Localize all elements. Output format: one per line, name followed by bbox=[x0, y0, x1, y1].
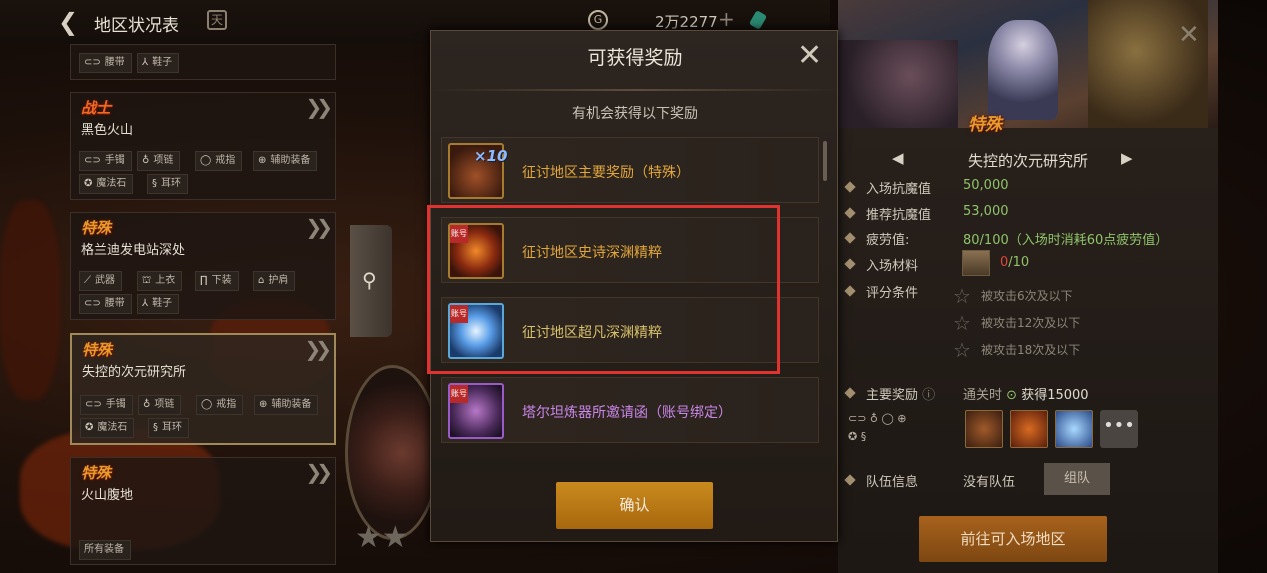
game-screen: ❮ 地区状况表 天 G 2万2277 + ⊂⊃ 腰带 ⅄ 鞋子 战士 黑色火山 ❯❯… bbox=[0, 0, 1267, 573]
confirm-button[interactable]: 确认 bbox=[556, 482, 713, 529]
form-team-button[interactable]: 组队 bbox=[1044, 463, 1110, 495]
info-row: 评分条件 bbox=[844, 282, 918, 301]
equipment-type-icons: ✪ § bbox=[848, 430, 867, 443]
gold-amount: 2万2277 bbox=[655, 13, 718, 31]
next-dungeon-arrow-icon[interactable]: ▶ bbox=[1121, 149, 1133, 167]
material-count: 0/10 bbox=[1000, 255, 1030, 270]
more-rewards-button[interactable]: ••• bbox=[1100, 410, 1138, 448]
add-gold-button[interactable]: + bbox=[718, 7, 735, 31]
calendar-icon[interactable]: 天 bbox=[207, 10, 227, 30]
gem-icon bbox=[748, 10, 768, 30]
reward-item[interactable]: 账号 塔尔坦炼器所邀请函（账号绑定） bbox=[441, 377, 819, 443]
divider bbox=[431, 89, 839, 91]
equipment-tag: ⅄ 鞋子 bbox=[137, 53, 180, 73]
equipment-tag: 所有装备 bbox=[79, 540, 131, 560]
highlight-box bbox=[427, 205, 780, 374]
go-to-dungeon-button[interactable]: 前往可入场地区 bbox=[919, 516, 1107, 562]
back-arrow-icon[interactable]: ❮ bbox=[58, 8, 78, 36]
reward-label: 征讨地区主要奖励（特殊） bbox=[522, 165, 690, 181]
dungeon-title: 失控的次元研究所 bbox=[967, 152, 1088, 170]
gold-coin-icon: G bbox=[588, 10, 608, 30]
modal-close-icon[interactable]: ✕ bbox=[797, 39, 822, 73]
dungeon-type-badge: 特殊 bbox=[81, 464, 112, 482]
dungeon-type-badge: 特殊 bbox=[82, 341, 113, 359]
close-icon[interactable]: ✕ bbox=[1178, 20, 1200, 50]
grade-condition: ☆ 被攻击6次及以下 bbox=[953, 284, 1073, 308]
dungeon-name: 格兰迪发电站深处 bbox=[81, 243, 186, 258]
dungeon-banner-image bbox=[838, 0, 1218, 128]
dungeon-card[interactable]: 特殊 火山腹地 ❯❯ 所有装备 bbox=[70, 457, 336, 565]
dungeon-name: 黑色火山 bbox=[81, 123, 134, 138]
dungeon-type-badge: 特殊 bbox=[81, 219, 112, 237]
info-row: 队伍信息 bbox=[844, 471, 918, 490]
modal-subtitle: 有机会获得以下奖励 bbox=[572, 106, 698, 122]
info-row: 入场抗魔值 50,000 bbox=[844, 178, 1009, 197]
double-chevron-icon: ❯❯ bbox=[305, 460, 332, 484]
equipment-tag: § 耳环 bbox=[148, 418, 189, 438]
equipment-tag: ◯ 戒指 bbox=[195, 151, 243, 171]
epic-abyss-essence-icon[interactable] bbox=[1010, 410, 1048, 448]
map-pin-icon[interactable]: ⚲ bbox=[362, 268, 377, 292]
double-chevron-icon: ❯❯ bbox=[305, 215, 332, 239]
equipment-tag: ⛫ 上衣 bbox=[137, 271, 183, 291]
star-icon: ☆ bbox=[953, 311, 971, 335]
equipment-tag: ⊂⊃ 腰带 bbox=[79, 294, 132, 314]
equipment-tag: ⊕ 辅助装备 bbox=[254, 395, 319, 415]
dungeon-card[interactable]: ⊂⊃ 腰带 ⅄ 鞋子 bbox=[70, 44, 336, 80]
equipment-tag: ⟋ 武器 bbox=[79, 271, 122, 291]
dungeon-type-badge: 战士 bbox=[81, 99, 112, 117]
modal-title: 可获得奖励 bbox=[587, 47, 683, 69]
dungeon-type-badge: 特殊 bbox=[968, 115, 1002, 135]
lava-decoration bbox=[0, 200, 60, 400]
double-chevron-icon: ❯❯ bbox=[305, 95, 332, 119]
star-icon: ☆ bbox=[953, 338, 971, 362]
dungeon-card[interactable]: 特殊 格兰迪发电站深处 ❯❯ ⟋ 武器 ⛫ 上衣 ∏ 下装 ⌂ 护肩 ⊂⊃ 腰带 ⅄ 鞋子 bbox=[70, 212, 336, 320]
equipment-tag: ◯ 戒指 bbox=[196, 395, 244, 415]
equipment-tag: ⊂⊃ 手镯 bbox=[79, 151, 132, 171]
dungeon-card[interactable]: 战士 黑色火山 ❯❯ ⊂⊃ 手镯 ♁ 项链 ◯ 戒指 ⊕ 辅助装备 ✪ 魔法石 § 耳环 bbox=[70, 92, 336, 200]
info-row: 入场材料 bbox=[844, 255, 918, 274]
team-status: 没有队伍 bbox=[963, 475, 1016, 490]
entry-material-icon[interactable] bbox=[962, 250, 990, 276]
dungeon-card-selected[interactable]: 特殊 失控的次元研究所 ❯❯ ⊂⊃ 手镯 ♁ 项链 ◯ 戒指 ⊕ 辅助装备 ✪ 魔法石 §… bbox=[70, 333, 336, 445]
main-reward-chest-icon[interactable] bbox=[965, 410, 1003, 448]
info-row: 推荐抗魔值 53,000 bbox=[844, 204, 1009, 223]
equipment-tag: ⊂⊃ 手镯 bbox=[80, 395, 133, 415]
star-rating-icon: ★★ bbox=[355, 520, 409, 555]
equipment-tag: ⊂⊃ 腰带 bbox=[79, 53, 132, 73]
reward-label: 塔尔坦炼器所邀请函（账号绑定） bbox=[522, 405, 732, 421]
dungeon-detail-panel: 特殊 ◀ 失控的次元研究所 ▶ 入场抗魔值 50,000 推荐抗魔值 53,000 … bbox=[838, 0, 1218, 573]
help-icon: ⓘ bbox=[922, 388, 936, 403]
scrollbar[interactable] bbox=[823, 141, 827, 181]
equipment-tag: ⅄ 鞋子 bbox=[137, 294, 180, 314]
equipment-tag: ♁ 项链 bbox=[138, 395, 182, 415]
info-row: 主要奖励 ⓘ bbox=[844, 384, 936, 403]
reward-item[interactable]: ×10 征讨地区主要奖励（特殊） bbox=[441, 137, 819, 203]
transcendent-abyss-essence-icon[interactable] bbox=[1055, 410, 1093, 448]
equipment-tag: ✪ 魔法石 bbox=[79, 174, 134, 194]
equipment-tag: ∏ 下装 bbox=[195, 271, 239, 291]
equipment-type-icons: ⊂⊃ ♁ ◯ ⊕ bbox=[848, 412, 907, 425]
star-icon: ☆ bbox=[953, 284, 971, 308]
dungeon-name: 火山腹地 bbox=[81, 488, 134, 503]
page-title: 地区状况表 bbox=[94, 16, 179, 36]
grade-condition: ☆ 被攻击18次及以下 bbox=[953, 338, 1081, 362]
dungeon-list: ⊂⊃ 腰带 ⅄ 鞋子 战士 黑色火山 ❯❯ ⊂⊃ 手镯 ♁ 项链 ◯ 戒指 ⊕ 辅助装备 ✪… bbox=[70, 44, 342, 573]
equipment-tag: ⊕ 辅助装备 bbox=[253, 151, 318, 171]
double-chevron-icon: ❯❯ bbox=[304, 337, 331, 361]
boss-portrait bbox=[345, 365, 440, 540]
clear-reward: 通关时 ⊙ 获得15000 bbox=[963, 388, 1089, 403]
equipment-tag: § 耳环 bbox=[147, 174, 188, 194]
grade-condition: ☆ 被攻击12次及以下 bbox=[953, 311, 1081, 335]
invitation-letter-icon: 账号 bbox=[448, 383, 504, 439]
info-row: 疲劳值: 80/100（入场时消耗60点疲劳值） bbox=[844, 229, 1168, 248]
dungeon-name: 失控的次元研究所 bbox=[82, 365, 187, 380]
equipment-tag: ✪ 魔法石 bbox=[80, 418, 135, 438]
equipment-tag: ⌂ 护肩 bbox=[253, 271, 296, 291]
main-reward-chest-icon: ×10 bbox=[448, 143, 507, 199]
equipment-tag: ♁ 项链 bbox=[137, 151, 181, 171]
